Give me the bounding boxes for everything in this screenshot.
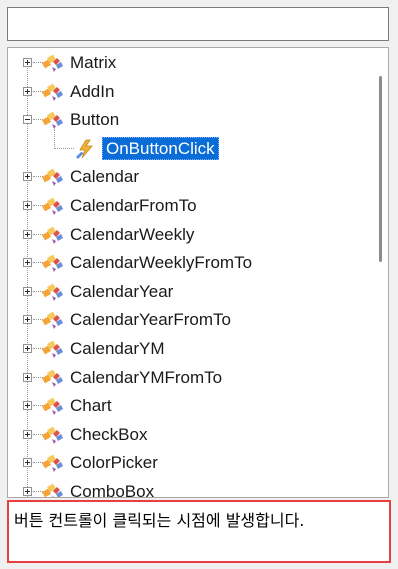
vertical-scrollbar[interactable] — [379, 76, 382, 262]
lightning-event-icon — [74, 139, 96, 159]
component-icon — [41, 482, 64, 497]
component-icon — [41, 282, 64, 302]
component-icon — [41, 82, 64, 102]
expand-icon[interactable] — [23, 86, 32, 96]
component-icon — [41, 110, 64, 130]
component-icon — [41, 196, 64, 216]
tree-item-label: CalendarYMFromTo — [70, 367, 223, 387]
tree-item-label: CalendarYearFromTo — [70, 310, 231, 330]
tree-item[interactable]: Calendar — [8, 163, 370, 191]
expand-icon[interactable] — [23, 429, 32, 439]
expand-icon[interactable] — [23, 58, 32, 67]
tree-item-label: Chart — [70, 396, 112, 416]
expand-icon[interactable] — [23, 458, 32, 468]
event-tree-panel[interactable]: Matrix AddIn Button OnButtonClick Calendar Ca… — [7, 47, 389, 498]
component-icon — [41, 339, 64, 359]
event-description: 버튼 컨트롤이 클릭되는 시점에 발생합니다. — [7, 500, 391, 563]
tree-item-label: Calendar — [70, 167, 139, 187]
expand-icon[interactable] — [23, 401, 32, 411]
component-icon — [41, 368, 64, 388]
expand-icon[interactable] — [23, 229, 32, 239]
tree-item-label: AddIn — [70, 81, 115, 101]
component-icon — [41, 225, 64, 245]
tree-item[interactable]: CalendarYearFromTo — [8, 306, 370, 334]
component-icon — [41, 253, 64, 273]
collapse-icon[interactable] — [23, 115, 32, 125]
tree-item[interactable]: Button — [8, 106, 370, 134]
component-icon — [41, 310, 64, 330]
tree-item[interactable]: AddIn — [8, 78, 370, 106]
search-input[interactable] — [7, 7, 389, 41]
expand-icon[interactable] — [23, 286, 32, 296]
tree-item-label: CalendarWeekly — [70, 224, 195, 244]
tree-item[interactable]: CalendarWeeklyFromTo — [8, 249, 370, 277]
tree-item[interactable]: CalendarYear — [8, 278, 370, 306]
expand-icon[interactable] — [23, 172, 32, 182]
tree-connector — [54, 147, 74, 149]
expand-icon[interactable] — [23, 315, 32, 325]
tree-item-label: CalendarFromTo — [70, 196, 197, 215]
component-icon — [41, 453, 64, 473]
tree-item[interactable]: ColorPicker — [8, 449, 370, 477]
expand-icon[interactable] — [23, 258, 32, 268]
tree-item[interactable]: Chart — [8, 392, 370, 420]
tree-item[interactable]: CalendarFromTo — [8, 192, 370, 220]
component-icon — [41, 167, 64, 187]
tree-item[interactable]: CalendarWeekly — [8, 221, 370, 249]
tree-item[interactable]: ComboBox — [8, 478, 370, 498]
tree-item[interactable]: CheckBox — [8, 421, 370, 449]
expand-icon[interactable] — [23, 201, 32, 210]
tree-child-label-selected: OnButtonClick — [102, 136, 219, 160]
tree-item[interactable]: CalendarYM — [8, 335, 370, 363]
component-icon — [41, 53, 64, 73]
event-tree: Matrix AddIn Button OnButtonClick Calendar Ca… — [8, 49, 370, 497]
tree-connector — [54, 128, 55, 149]
tree-item[interactable]: CalendarYMFromTo — [8, 364, 370, 392]
tree-item-label: CalendarWeeklyFromTo — [70, 253, 253, 273]
component-icon — [41, 425, 64, 445]
tree-item-label: CalendarYM — [70, 339, 165, 358]
tree-child-item[interactable]: OnButtonClick — [8, 128, 370, 163]
tree-item-label: CheckBox — [70, 424, 148, 444]
tree-item-label: ColorPicker — [70, 453, 158, 473]
component-icon — [41, 396, 64, 416]
tree-item-label: ComboBox — [70, 482, 155, 498]
tree-item[interactable]: Matrix — [8, 49, 370, 77]
expand-icon[interactable] — [23, 344, 32, 353]
expand-icon[interactable] — [23, 487, 32, 496]
tree-item-label: CalendarYear — [70, 281, 174, 301]
expand-icon[interactable] — [23, 372, 32, 382]
tree-item-label: Button — [70, 110, 120, 130]
tree-item-label: Matrix — [70, 53, 117, 72]
